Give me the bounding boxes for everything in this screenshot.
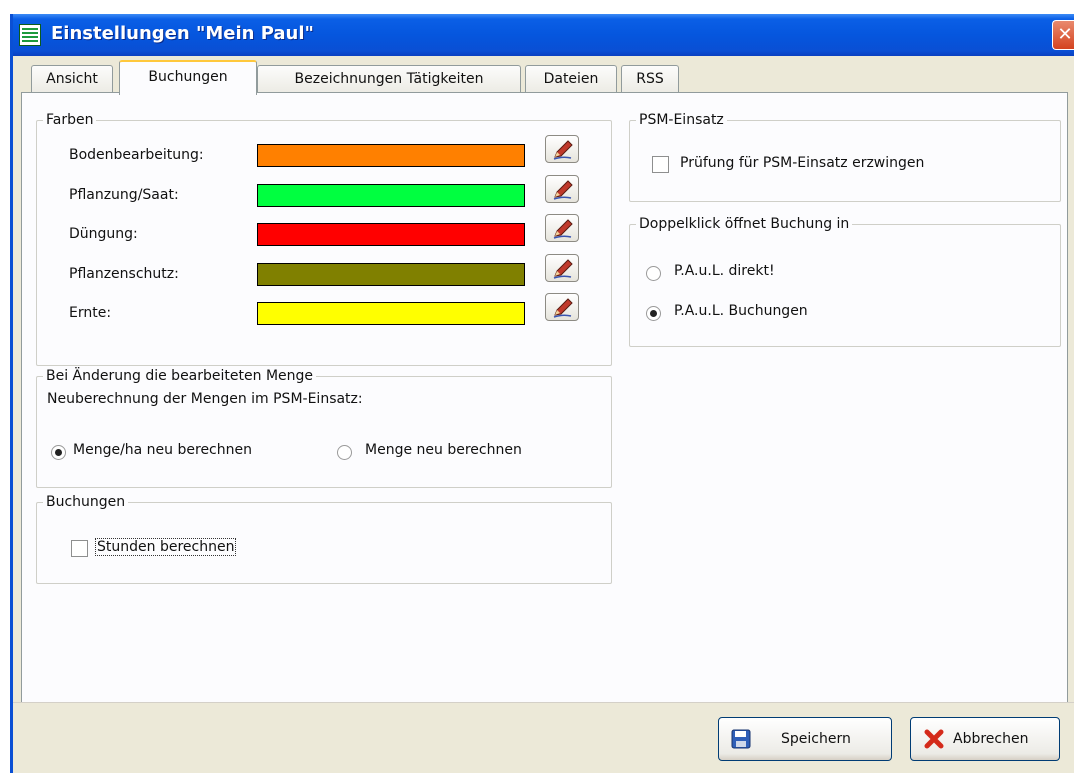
psm-pruefung-label[interactable]: Prüfung für PSM-Einsatz erzwingen	[680, 155, 924, 171]
radio-label-paul-direkt[interactable]: P.A.u.L. direkt!	[674, 263, 775, 279]
stunden-berechnen-checkbox[interactable]	[71, 540, 88, 557]
window-title: Einstellungen "Mein Paul"	[51, 23, 314, 44]
edit-color-duengung-button[interactable]	[545, 214, 579, 242]
buchungen-group: Buchungen Stunden berechnen	[36, 493, 612, 584]
doppelklick-legend: Doppelklick öffnet Buchung in	[636, 215, 853, 233]
color-label-duengung: Düngung:	[69, 226, 138, 242]
radio-menge-ha-neu-berechnen[interactable]	[51, 445, 66, 460]
buchungen-legend: Buchungen	[43, 493, 129, 511]
menge-group: Bei Änderung die bearbeiteten Menge Neub…	[36, 367, 612, 488]
color-swatch-ernte	[257, 302, 525, 325]
farben-legend: Farben	[43, 111, 97, 129]
psm-legend: PSM-Einsatz	[636, 111, 727, 129]
color-swatch-pflanzung-saat	[257, 184, 525, 207]
tab-rss[interactable]: RSS	[621, 65, 679, 93]
settings-dialog: Einstellungen "Mein Paul" ✕ Ansicht Buch…	[10, 14, 1074, 773]
floppy-disk-icon	[731, 729, 751, 749]
doppelklick-group: Doppelklick öffnet Buchung in P.A.u.L. d…	[629, 215, 1061, 347]
psm-pruefung-checkbox[interactable]	[652, 156, 669, 173]
tab-panel-buchungen: Farben Bodenbearbeitung: Pflanzung/Saat:…	[21, 92, 1068, 704]
radio-selected-dot	[650, 310, 657, 317]
tab-buchungen[interactable]: Buchungen	[119, 60, 257, 95]
red-x-icon	[924, 729, 944, 749]
farben-group: Farben Bodenbearbeitung: Pflanzung/Saat:…	[36, 111, 612, 366]
pencil-icon	[553, 298, 573, 318]
tab-ansicht[interactable]: Ansicht	[31, 65, 113, 93]
radio-paul-direkt[interactable]	[646, 266, 661, 281]
pencil-icon	[553, 259, 573, 279]
cancel-button-label: Abbrechen	[953, 731, 1029, 747]
radio-menge-neu-berechnen[interactable]	[337, 445, 352, 460]
edit-color-ernte-button[interactable]	[545, 293, 579, 321]
tab-strip: Ansicht Buchungen Bezeichnungen Tätigkei…	[13, 56, 1074, 96]
menge-legend: Bei Änderung die bearbeiteten Menge	[43, 367, 317, 385]
pencil-icon	[553, 180, 573, 200]
color-swatch-duengung	[257, 223, 525, 246]
edit-color-pflanzenschutz-button[interactable]	[545, 254, 579, 282]
edit-color-bodenbearbeitung-button[interactable]	[545, 135, 579, 163]
close-button[interactable]: ✕	[1052, 20, 1074, 50]
tab-bezeichnungen-taetigkeiten[interactable]: Bezeichnungen Tätigkeiten	[257, 65, 521, 93]
radio-label-menge[interactable]: Menge neu berechnen	[365, 442, 522, 458]
save-button[interactable]: Speichern	[718, 717, 892, 761]
close-icon: ✕	[1057, 24, 1073, 45]
tab-dateien[interactable]: Dateien	[525, 65, 617, 93]
cancel-button[interactable]: Abbrechen	[910, 717, 1060, 761]
save-button-label: Speichern	[781, 731, 851, 747]
stunden-berechnen-label[interactable]: Stunden berechnen	[95, 538, 237, 556]
color-label-pflanzung-saat: Pflanzung/Saat:	[69, 187, 179, 203]
color-label-pflanzenschutz: Pflanzenschutz:	[69, 266, 179, 282]
app-icon	[19, 24, 41, 46]
radio-selected-dot	[55, 449, 62, 456]
menge-description: Neuberechnung der Mengen im PSM-Einsatz:	[47, 391, 363, 407]
edit-color-pflanzung-saat-button[interactable]	[545, 175, 579, 203]
title-bar[interactable]: Einstellungen "Mein Paul" ✕	[13, 14, 1074, 56]
pencil-icon	[553, 219, 573, 239]
psm-einsatz-group: PSM-Einsatz Prüfung für PSM-Einsatz erzw…	[629, 111, 1061, 202]
button-bar: Speichern Abbrechen	[13, 702, 1074, 773]
pencil-icon	[553, 140, 573, 160]
color-label-bodenbearbeitung: Bodenbearbeitung:	[69, 147, 204, 163]
radio-paul-buchungen[interactable]	[646, 306, 661, 321]
color-swatch-pflanzenschutz	[257, 263, 525, 286]
radio-label-menge-ha[interactable]: Menge/ha neu berechnen	[73, 442, 252, 458]
color-swatch-bodenbearbeitung	[257, 144, 525, 167]
color-label-ernte: Ernte:	[69, 305, 112, 321]
radio-label-paul-buchungen[interactable]: P.A.u.L. Buchungen	[674, 303, 808, 319]
